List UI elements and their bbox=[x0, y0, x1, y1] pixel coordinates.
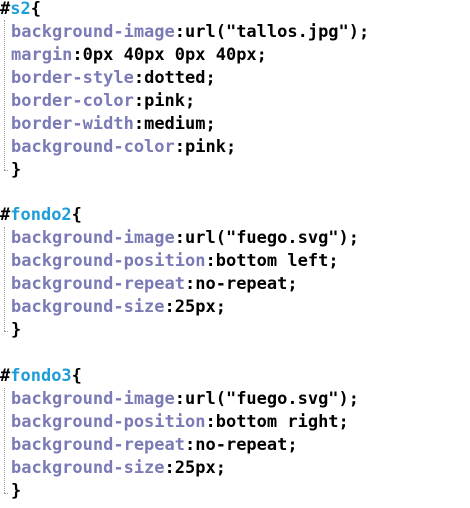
css-property: border-color bbox=[11, 91, 134, 111]
code-line: background-image:url("fuego.svg"); bbox=[11, 388, 359, 411]
colon: : bbox=[174, 137, 186, 157]
semicolon: ; bbox=[338, 412, 349, 432]
css-value: pink bbox=[144, 91, 186, 111]
code-line: } bbox=[11, 319, 21, 342]
css-value: pink bbox=[185, 137, 226, 157]
code-line: #s2{ bbox=[0, 0, 41, 21]
colon: : bbox=[164, 458, 175, 478]
code-line: } bbox=[11, 480, 21, 503]
colon: : bbox=[133, 114, 145, 134]
css-property: background-color bbox=[11, 137, 175, 157]
css-property: background-size bbox=[11, 297, 165, 317]
css-value: 25px bbox=[174, 297, 216, 317]
code-line: background-color:pink; bbox=[11, 136, 236, 159]
css-value: medium bbox=[144, 114, 206, 134]
open-brace: { bbox=[71, 366, 82, 386]
css-property: background-position bbox=[11, 251, 206, 271]
code-line: margin:0px 40px 0px 40px; bbox=[11, 44, 267, 67]
code-line: background-image:url("fuego.svg"); bbox=[11, 227, 359, 250]
colon: : bbox=[174, 22, 186, 42]
css-property: background-position bbox=[11, 412, 206, 432]
semicolon: ; bbox=[256, 45, 267, 65]
colon: : bbox=[185, 435, 196, 455]
fold-guide bbox=[4, 20, 6, 170]
code-line: background-position:bottom right; bbox=[11, 411, 349, 434]
css-value: 25px bbox=[174, 458, 216, 478]
code-line: background-size:25px; bbox=[11, 457, 226, 480]
semicolon: ; bbox=[287, 274, 298, 294]
semicolon: ; bbox=[328, 251, 339, 271]
colon: : bbox=[174, 228, 186, 248]
css-value: bottom left bbox=[215, 251, 329, 271]
selector-name: fondo3 bbox=[10, 366, 72, 386]
fold-guide bbox=[4, 227, 6, 331]
code-line: border-width:medium; bbox=[11, 113, 216, 136]
semicolon: ; bbox=[359, 22, 370, 42]
colon: : bbox=[205, 251, 216, 271]
code-line: border-color:pink; bbox=[11, 90, 195, 113]
css-property: background-image bbox=[11, 22, 175, 42]
css-value: url("fuego.svg") bbox=[185, 389, 349, 409]
css-value: 0px 40px 0px 40px bbox=[82, 45, 257, 65]
colon: : bbox=[205, 412, 216, 432]
css-value: no-repeat bbox=[195, 435, 288, 455]
semicolon: ; bbox=[205, 68, 216, 88]
semicolon: ; bbox=[215, 458, 226, 478]
css-value: no-repeat bbox=[195, 274, 288, 294]
semicolon: ; bbox=[348, 228, 360, 248]
code-line: background-repeat:no-repeat; bbox=[11, 434, 298, 457]
colon: : bbox=[133, 91, 145, 111]
colon: : bbox=[185, 274, 196, 294]
colon: : bbox=[174, 389, 186, 409]
close-brace: } bbox=[11, 481, 22, 501]
selector-name: s2 bbox=[10, 0, 31, 19]
selector-hash: # bbox=[0, 366, 11, 386]
css-property: margin bbox=[11, 45, 73, 65]
code-line: background-image:url("tallos.jpg"); bbox=[11, 21, 369, 44]
code-line: background-position:bottom left; bbox=[11, 250, 339, 273]
semicolon: ; bbox=[287, 435, 298, 455]
css-value: url("tallos.jpg") bbox=[185, 22, 360, 42]
semicolon: ; bbox=[225, 137, 237, 157]
semicolon: ; bbox=[205, 114, 216, 134]
css-value: bottom right bbox=[215, 412, 339, 432]
colon: : bbox=[72, 45, 83, 65]
css-property: background-repeat bbox=[11, 274, 185, 294]
code-line: #fondo3{ bbox=[0, 365, 82, 388]
colon: : bbox=[133, 68, 145, 88]
fold-end-marker bbox=[4, 331, 8, 333]
css-property: background-size bbox=[11, 458, 165, 478]
code-editor[interactable]: #s2{ background-image:url("tallos.jpg");… bbox=[0, 0, 470, 508]
css-value: url("fuego.svg") bbox=[185, 228, 349, 248]
fold-end-marker bbox=[4, 170, 8, 172]
open-brace: { bbox=[71, 205, 82, 225]
close-brace: } bbox=[11, 160, 22, 180]
colon: : bbox=[164, 297, 175, 317]
code-line: border-style:dotted; bbox=[11, 67, 216, 90]
semicolon: ; bbox=[215, 297, 226, 317]
css-property: border-style bbox=[11, 68, 134, 88]
code-line: #fondo2{ bbox=[0, 204, 82, 227]
css-property: background-image bbox=[11, 389, 175, 409]
code-line: } bbox=[11, 159, 21, 182]
selector-name: fondo2 bbox=[10, 205, 72, 225]
semicolon: ; bbox=[185, 91, 196, 111]
css-property: border-width bbox=[11, 114, 134, 134]
selector-hash: # bbox=[0, 205, 11, 225]
fold-end-marker bbox=[4, 493, 8, 495]
fold-guide bbox=[4, 388, 6, 493]
code-line: background-repeat:no-repeat; bbox=[11, 273, 298, 296]
semicolon: ; bbox=[348, 389, 360, 409]
code-line: background-size:25px; bbox=[11, 296, 226, 319]
css-property: background-repeat bbox=[11, 435, 185, 455]
close-brace: } bbox=[11, 320, 22, 340]
css-value: dotted bbox=[144, 68, 206, 88]
open-brace: { bbox=[30, 0, 41, 19]
css-property: background-image bbox=[11, 228, 175, 248]
selector-hash: # bbox=[0, 0, 11, 19]
